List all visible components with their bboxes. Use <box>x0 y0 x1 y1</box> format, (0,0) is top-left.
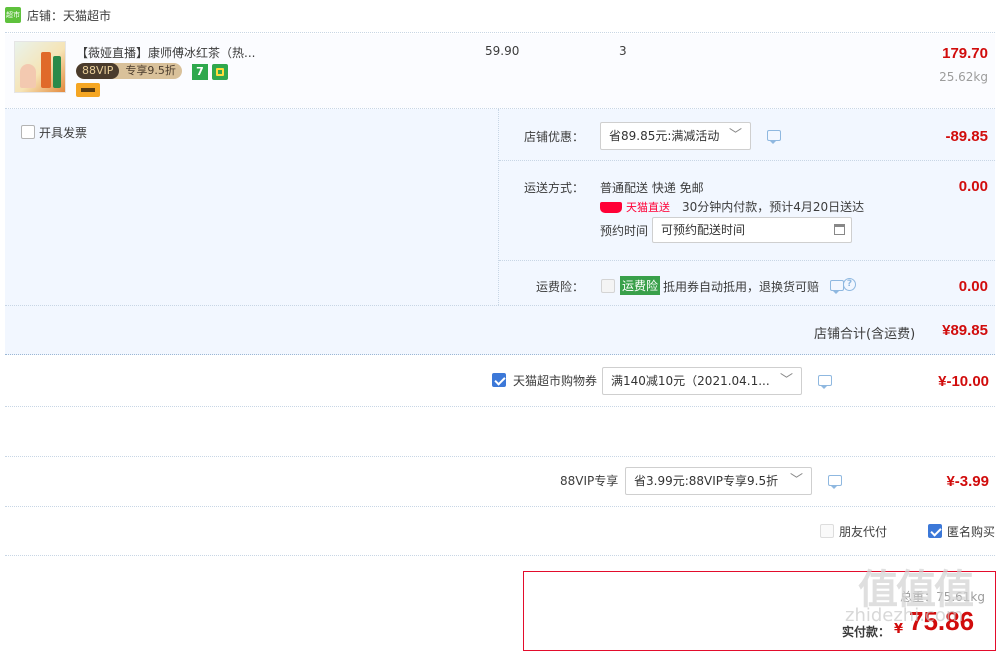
tmall-direct-label: 天猫直送 <box>626 201 670 214</box>
vip88-value: 省3.99元:88VIP专享9.5折 <box>634 474 779 488</box>
message-icon[interactable] <box>818 375 832 389</box>
chevron-down-icon: ﹀ <box>785 468 803 494</box>
shop-total-amount: ¥89.85 <box>942 322 988 339</box>
coupon-tag-icon <box>76 83 100 97</box>
item-weight: 25.62kg <box>939 70 988 84</box>
vip-discount-label: 专享9.5折 <box>125 64 176 77</box>
tmall-direct-badge: 天猫直送 <box>600 199 670 215</box>
unit-price: 59.90 <box>485 44 520 58</box>
insurance-desc: 抵用券自动抵用，退换货可赔 <box>663 280 820 294</box>
chevron-down-icon: ﹀ <box>728 128 742 143</box>
coupon-checkbox[interactable] <box>492 373 506 387</box>
vip88-select[interactable]: 省3.99元:88VIP专享9.5折 ﹀ <box>625 467 812 495</box>
help-icon[interactable]: ? <box>843 278 856 291</box>
insurance-amount: 0.00 <box>958 278 988 295</box>
shipping-method: 普通配送 快递 免邮 <box>600 181 704 195</box>
shop-discount-amount: -89.85 <box>945 128 988 145</box>
divider <box>5 406 995 407</box>
vip88-label: 88VIP专享 <box>560 474 619 488</box>
invoice-checkbox[interactable] <box>21 125 35 139</box>
calendar-icon <box>834 224 845 235</box>
insurance-tag: 运费险 <box>620 276 661 295</box>
product-thumbnail[interactable] <box>14 41 66 93</box>
shop-total-label: 店铺合计(含运费) <box>814 327 916 342</box>
schedule-time-value: 可预约配送时间 <box>661 223 746 237</box>
divider <box>5 32 995 33</box>
coupon-amount: ¥-10.00 <box>938 373 989 390</box>
item-row: 【薇娅直播】康师傅冰红茶（热... 88VIP 专享9.5折 7 59.90 3… <box>5 34 995 108</box>
tmall-cat-icon <box>600 201 622 213</box>
divider <box>5 456 995 457</box>
tmall-supermarket-logo-icon: 超市 <box>5 7 21 23</box>
shop-discount-label: 店铺优惠： <box>524 130 585 144</box>
insurance-label: 运费险： <box>536 280 585 294</box>
insurance-checkbox[interactable] <box>601 279 615 293</box>
anonymous-checkbox[interactable] <box>928 524 942 538</box>
product-title-link[interactable]: 【薇娅直播】康师傅冰红茶（热... <box>76 44 255 61</box>
schedule-label: 预约时间 <box>600 224 649 238</box>
friend-pay-label: 朋友代付 <box>839 525 888 539</box>
message-icon[interactable] <box>767 130 781 144</box>
item-subtotal: 179.70 <box>942 45 988 62</box>
vip-badge-label: 88VIP <box>76 63 120 79</box>
message-icon[interactable] <box>828 475 842 489</box>
quality-guarantee-icon <box>212 64 228 80</box>
shop-header: 超市 店铺：天猫超市 <box>5 5 405 27</box>
shop-name-link[interactable]: 店铺：天猫超市 <box>27 7 111 24</box>
shipping-amount: 0.00 <box>958 178 988 195</box>
coupon-label: 天猫超市购物券 <box>513 374 598 388</box>
seven-day-return-icon: 7 <box>192 64 208 80</box>
coupon-select[interactable]: 满140减10元（2021.04.1... ﹀ <box>602 367 802 395</box>
shop-discount-select[interactable]: 省89.85元:满减活动 ﹀ <box>600 122 751 150</box>
vip-discount-badge: 88VIP 专享9.5折 <box>76 63 182 79</box>
schedule-time-select[interactable]: 可预约配送时间 <box>652 217 852 243</box>
coupon-value: 满140减10元（2021.04.1... <box>611 374 770 388</box>
divider <box>5 555 995 556</box>
shipping-label: 运送方式： <box>524 181 585 195</box>
vip88-amount: ¥-3.99 <box>946 473 989 490</box>
watermark-text: zhidezhi.com <box>845 605 964 626</box>
divider <box>5 506 995 507</box>
shipping-note: 30分钟内付款，预计4月20日送达 <box>682 200 865 214</box>
shop-discount-value: 省89.85元:满减活动 <box>609 129 720 143</box>
order-options-panel: 开具发票 店铺优惠： 省89.85元:满减活动 ﹀ -89.85 运送方式： 普… <box>5 109 995 355</box>
chevron-down-icon: ﹀ <box>775 368 793 394</box>
invoice-label: 开具发票 <box>39 126 88 140</box>
message-icon[interactable] <box>830 280 844 294</box>
quantity: 3 <box>619 44 627 58</box>
anonymous-label: 匿名购买 <box>947 525 996 539</box>
friend-pay-checkbox[interactable] <box>820 524 834 538</box>
